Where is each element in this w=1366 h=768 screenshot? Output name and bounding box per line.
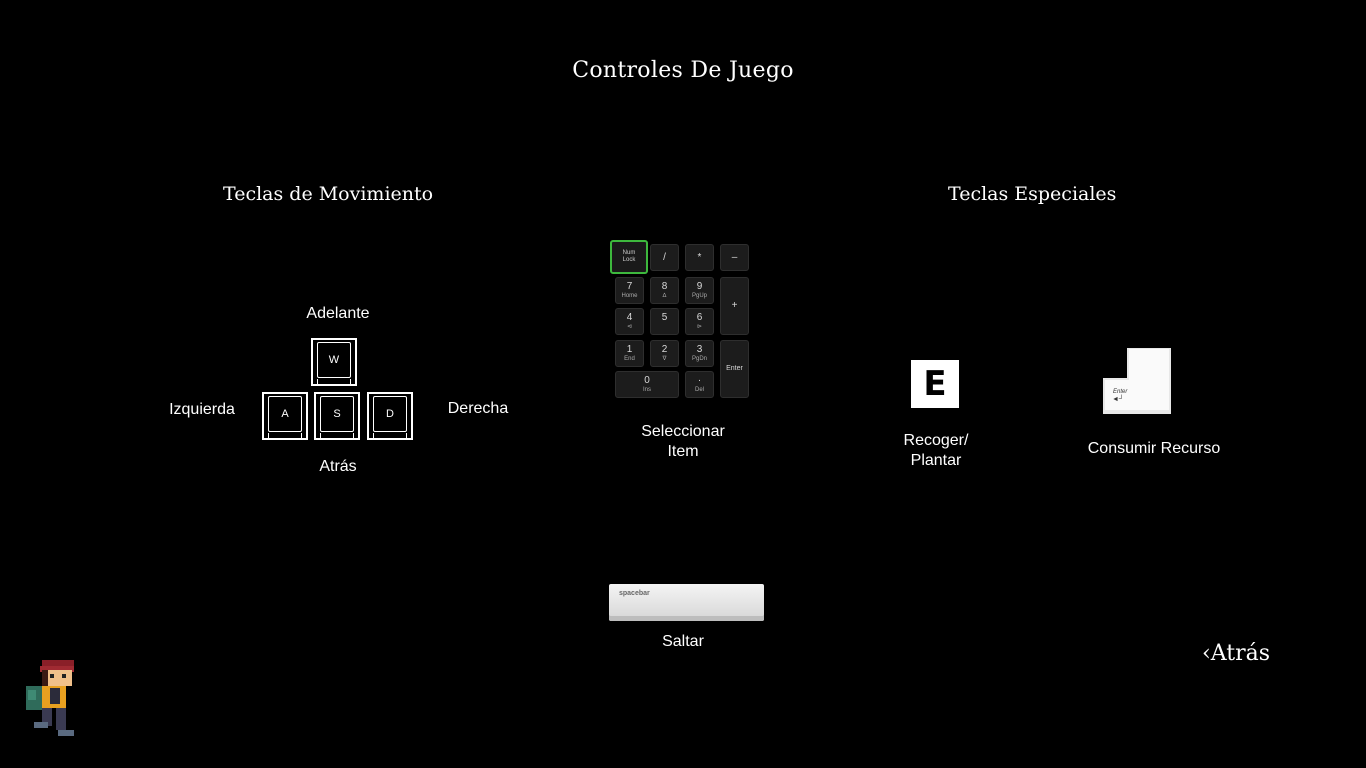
player-character-icon [26,660,74,736]
numlock-key-label: Num Lock [622,250,636,263]
numpad-0-sub: Ins [642,386,651,393]
numpad-minus-label: – [731,251,738,263]
numpad-2-label: 2 [661,343,668,355]
numpad-7-key: 7 Home [615,277,644,304]
numpad-9-key: 9 PgUp [685,277,714,304]
page-title: Controles De Juego [572,58,794,83]
numpad: Num Lock / * – 7 Home 8 ∆ 9 PgUp + 4 ⊲ 5 6 ⊳ … [610,240,750,400]
left-label: Izquierda [169,401,235,418]
numpad-8-key: 8 ∆ [650,277,679,304]
numpad-enter-key: Enter [720,340,749,398]
player-character-sprite [20,656,80,748]
numpad-1-key: 1 End [615,340,644,367]
enter-key-caption: Consumir Recurso [1087,440,1221,457]
numpad-minus-key: – [720,244,749,271]
numlock-key: Num Lock [610,240,648,274]
a-key-label: A [268,396,302,432]
enter-key-label: Enter [1113,389,1128,395]
numpad-dot-label: · [697,374,702,386]
s-key: S [314,392,360,440]
numpad-dot-sub: Del [694,386,704,393]
e-key: E [911,360,959,408]
numpad-plus-label: + [731,300,738,311]
right-label: Derecha [447,400,509,417]
numpad-2-key: 2 ∇ [650,340,679,367]
numpad-4-sub: ⊲ [626,323,633,330]
spacebar-key-label: spacebar [619,590,650,597]
s-key-label: S [320,396,354,432]
numpad-6-key: 6 ⊳ [685,308,714,335]
spacebar-key: spacebar [609,584,764,621]
numpad-4-key: 4 ⊲ [615,308,644,335]
numpad-9-sub: PgUp [691,292,707,299]
special-heading: Teclas Especiales [948,183,1117,205]
numpad-1-label: 1 [626,343,633,355]
e-key-caption: Recoger/ Plantar [903,432,969,469]
movement-heading: Teclas de Movimiento [223,183,434,205]
numpad-5-key: 5 [650,308,679,335]
w-key-label: W [317,342,351,378]
numpad-8-label: 8 [661,280,668,292]
d-key-label: D [373,396,407,432]
numpad-star-key: * [685,244,714,271]
numpad-6-label: 6 [696,311,703,323]
enter-arrow-icon: ◄┘ [1112,396,1124,403]
numpad-0-key: 0 Ins [615,371,679,398]
numpad-plus-key: + [720,277,749,335]
numpad-3-key: 3 PgDn [685,340,714,367]
forward-label: Adelante [306,305,370,322]
numpad-7-label: 7 [626,280,633,292]
numpad-star-label: * [697,251,702,263]
numpad-dot-key: · Del [685,371,714,398]
numpad-5-label: 5 [661,311,668,323]
numpad-4-label: 4 [626,311,633,323]
numpad-caption: Seleccionar Item [641,423,725,460]
numpad-slash-key: / [650,244,679,271]
enter-key: Enter ◄┘ [1103,348,1171,414]
numpad-0-label: 0 [644,374,650,386]
numpad-7-sub: Home [621,292,638,299]
back-button[interactable]: ‹Atrás [1202,641,1270,666]
numpad-slash-label: / [663,251,666,263]
numpad-8-sub: ∆ [662,292,667,299]
backward-label: Atrás [319,458,357,475]
numpad-1-sub: End [624,355,635,362]
d-key: D [367,392,413,440]
enter-key-shape [1103,348,1171,414]
numpad-6-sub: ⊳ [696,323,703,330]
numpad-3-label: 3 [696,343,703,355]
a-key: A [262,392,308,440]
numpad-2-sub: ∇ [662,355,667,362]
w-key: W [311,338,357,386]
jump-caption: Saltar [662,633,704,650]
numpad-9-label: 9 [696,280,703,292]
numpad-3-sub: PgDn [691,355,707,362]
numpad-enter-label: Enter [726,365,743,372]
